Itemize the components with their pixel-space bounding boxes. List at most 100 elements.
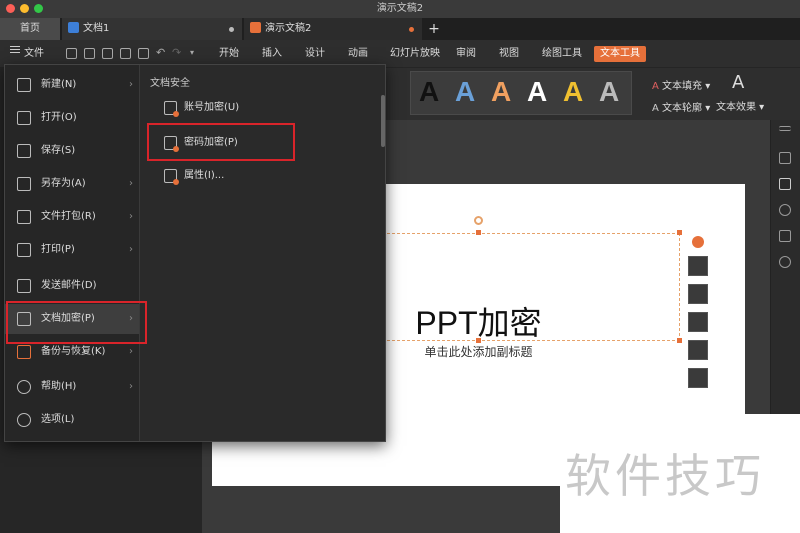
resize-handle[interactable] xyxy=(677,230,682,235)
history-icon[interactable] xyxy=(779,256,791,268)
tab-bar: 首页 文档1 演示文稿2 + xyxy=(0,18,800,40)
collapse-toolbar-icon[interactable] xyxy=(692,236,704,248)
file-menu-options[interactable]: 选项(L) xyxy=(5,405,139,435)
save-icon[interactable] xyxy=(84,48,95,59)
title-bar: 演示文稿2 xyxy=(0,0,800,18)
animation-icon[interactable] xyxy=(779,204,791,216)
menu-drawing-tools[interactable]: 绘图工具 xyxy=(542,46,582,62)
menu-design[interactable]: 设计 xyxy=(305,46,325,62)
menu-review[interactable]: 审阅 xyxy=(456,46,476,62)
text-effects-icon[interactable]: A xyxy=(732,72,744,93)
file-menu-item-label: 打开(O) xyxy=(41,112,77,123)
text-style-gallery[interactable]: A A A A A A xyxy=(410,71,632,115)
file-menu-help[interactable]: 帮助(H) › xyxy=(5,372,139,402)
menu-home[interactable]: 开始 xyxy=(219,46,239,62)
text-effects-button[interactable]: 文本效果 ▾ xyxy=(716,98,764,113)
tab-document1[interactable]: 文档1 xyxy=(62,18,242,40)
highlight-password-encrypt xyxy=(147,123,295,161)
text-fill-button[interactable]: A 文本填充 ▾ xyxy=(652,77,710,92)
redo-icon[interactable]: ↷ xyxy=(172,47,183,58)
window-title: 演示文稿2 xyxy=(376,3,424,14)
open-folder-icon[interactable] xyxy=(66,48,77,59)
file-menu-button[interactable]: 文件 xyxy=(6,44,48,64)
text-format-icon[interactable] xyxy=(688,368,708,388)
text-fill-label: 文本填充 xyxy=(662,81,703,92)
mail-icon xyxy=(17,279,31,293)
text-style-option[interactable]: A xyxy=(563,76,583,108)
file-menu-item-label: 保存(S) xyxy=(41,145,76,156)
file-menu-open[interactable]: 打开(O) xyxy=(5,103,139,133)
file-menu-save-as[interactable]: 另存为(A) › xyxy=(5,169,139,199)
text-effects-label: 文本效果 xyxy=(716,102,756,113)
hamburger-icon xyxy=(10,44,20,55)
ribbon: A A A A A A A 文本填充 ▾ A 文本轮廓 ▾ A 文本效果 ▾ xyxy=(386,68,800,120)
file-menu-new[interactable]: 新建(N) › xyxy=(5,70,139,100)
file-menu-item-label: 帮助(H) xyxy=(41,381,77,392)
text-outline-icon: A xyxy=(652,103,659,114)
text-style-option[interactable]: A xyxy=(491,76,511,108)
account-lock-icon xyxy=(164,101,179,117)
tab-label: 文档1 xyxy=(83,23,110,34)
file-menu-package[interactable]: 文件打包(R) › xyxy=(5,202,139,232)
new-doc-icon xyxy=(17,78,31,92)
shape-style-icon[interactable] xyxy=(688,256,708,276)
print-preview-icon[interactable] xyxy=(138,48,149,59)
menu-slideshow[interactable]: 幻灯片放映 xyxy=(390,46,440,62)
new-tab-button[interactable]: + xyxy=(426,18,442,40)
shape-fill-icon[interactable] xyxy=(688,284,708,304)
print-icon[interactable] xyxy=(120,48,131,59)
rotate-handle-icon[interactable] xyxy=(474,216,483,225)
file-menu-item-label: 新建(N) xyxy=(41,79,77,90)
menu-view[interactable]: 视图 xyxy=(499,46,519,62)
quick-access-dropdown-icon[interactable]: ▾ xyxy=(190,47,201,58)
file-menu-save[interactable]: 保存(S) xyxy=(5,136,139,166)
file-menu-send-mail[interactable]: 发送邮件(D) xyxy=(5,271,139,301)
sidebar-menu-icon[interactable] xyxy=(779,126,791,131)
writer-doc-icon xyxy=(68,22,79,33)
presentation-doc-icon xyxy=(250,22,261,33)
text-outline-button[interactable]: A 文本轮廓 ▾ xyxy=(652,99,710,114)
file-menu-item-label: 文件打包(R) xyxy=(41,211,96,222)
submenu-item-label: 账号加密(U) xyxy=(184,102,240,113)
undo-icon[interactable]: ↶ xyxy=(156,47,167,58)
text-style-option[interactable]: A xyxy=(599,76,619,108)
file-menu-item-label: 发送邮件(D) xyxy=(41,280,97,291)
submenu-item-label: 属性(I)... xyxy=(184,170,225,181)
tab-home[interactable]: 首页 xyxy=(0,18,60,40)
chevron-right-icon: › xyxy=(129,79,133,90)
resize-handle[interactable] xyxy=(476,230,481,235)
layer-icon[interactable] xyxy=(688,340,708,360)
text-fill-icon: A xyxy=(652,81,659,92)
submenu-header: 文档安全 xyxy=(150,78,190,89)
properties-item[interactable]: 属性(I)... xyxy=(150,163,370,189)
file-menu-print[interactable]: 打印(P) › xyxy=(5,235,139,265)
submenu-scrollbar[interactable] xyxy=(381,95,385,147)
menu-text-tools[interactable]: 文本工具 xyxy=(594,46,646,62)
object-properties-icon[interactable] xyxy=(779,152,791,164)
zoom-window-button[interactable] xyxy=(34,4,43,13)
minimize-window-button[interactable] xyxy=(20,4,29,13)
text-style-option[interactable]: A xyxy=(527,76,547,108)
shape-properties-icon[interactable] xyxy=(779,178,791,190)
tab-presentation2[interactable]: 演示文稿2 xyxy=(244,18,422,40)
shape-outline-icon[interactable] xyxy=(688,312,708,332)
save-icon xyxy=(17,144,31,158)
format-painter-icon[interactable] xyxy=(102,48,113,59)
folder-icon xyxy=(17,111,31,125)
properties-icon xyxy=(164,169,179,185)
file-menu-item-label: 另存为(A) xyxy=(41,178,86,189)
chevron-right-icon: › xyxy=(129,178,133,189)
chevron-right-icon: › xyxy=(129,244,133,255)
watermark-text: 软件技巧 xyxy=(565,449,765,503)
text-style-option[interactable]: A xyxy=(455,76,475,108)
gear-icon xyxy=(17,413,31,427)
tab-label: 首页 xyxy=(20,23,40,34)
text-style-option[interactable]: A xyxy=(419,76,439,108)
close-window-button[interactable] xyxy=(6,4,15,13)
menu-insert[interactable]: 插入 xyxy=(262,46,282,62)
chevron-right-icon: › xyxy=(129,211,133,222)
menu-animation[interactable]: 动画 xyxy=(348,46,368,62)
adjust-icon[interactable] xyxy=(779,230,791,242)
file-menu-label: 文件 xyxy=(24,48,44,59)
account-encrypt-item[interactable]: 账号加密(U) xyxy=(150,95,370,121)
